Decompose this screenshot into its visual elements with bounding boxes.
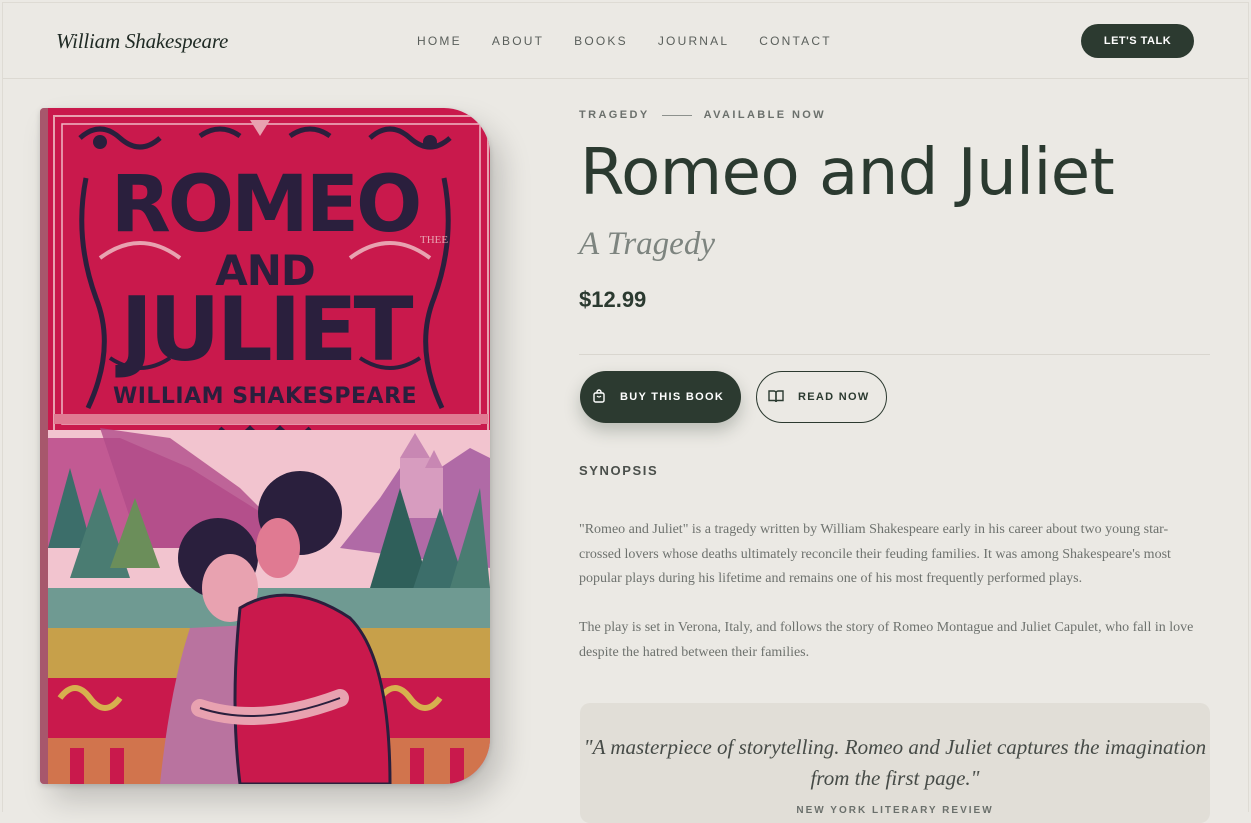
section-divider	[579, 354, 1210, 355]
book-title: Romeo and Juliet	[580, 136, 1115, 210]
site-logo[interactable]: William Shakespeare	[56, 29, 228, 54]
synopsis-paragraph-2: The play is set in Verona, Italy, and fo…	[579, 620, 1194, 660]
read-now-label: READ NOW	[798, 391, 870, 403]
cover-mark: THEE	[420, 234, 449, 246]
book-cover: ROMEO AND JULIET WILLIAM SHAKESPEARE THE…	[40, 108, 490, 784]
review-quote: "A masterpiece of storytelling. Romeo an…	[583, 735, 1207, 790]
site-header: William Shakespeare HOME ABOUT BOOKS JOU…	[3, 3, 1248, 79]
nav-about[interactable]: ABOUT	[492, 34, 544, 48]
buy-book-button[interactable]: BUY THIS BOOK	[580, 371, 741, 423]
nav-contact[interactable]: CONTACT	[759, 34, 832, 48]
cover-author: WILLIAM SHAKESPEARE	[112, 384, 418, 409]
availability-label: AVAILABLE NOW	[703, 109, 827, 121]
nav-journal[interactable]: JOURNAL	[658, 34, 729, 48]
lets-talk-button[interactable]: LET'S TALK	[1081, 24, 1194, 58]
book-subtitle: A Tragedy	[579, 226, 715, 262]
nav-home[interactable]: HOME	[417, 34, 462, 48]
book-price: $12.99	[579, 287, 647, 312]
nav-books[interactable]: BOOKS	[574, 34, 628, 48]
read-now-button[interactable]: READ NOW	[756, 371, 887, 423]
genre-label: TRAGEDY	[579, 109, 650, 121]
main-nav: HOME ABOUT BOOKS JOURNAL CONTACT	[417, 34, 862, 48]
review-card: "A masterpiece of storytelling. Romeo an…	[580, 703, 1210, 823]
eyebrow-divider	[661, 114, 692, 116]
open-book-icon	[768, 389, 784, 406]
buy-book-label: BUY THIS BOOK	[620, 391, 725, 403]
shopping-bag-icon	[592, 388, 606, 406]
cover-title-juliet: JULIET	[120, 278, 413, 381]
synopsis-heading: SYNOPSIS	[579, 463, 659, 478]
synopsis-paragraph-1: "Romeo and Juliet" is a tragedy written …	[579, 522, 1171, 586]
book-eyebrow: TRAGEDY AVAILABLE NOW	[579, 109, 826, 121]
review-source: NEW YORK LITERARY REVIEW	[796, 805, 994, 816]
